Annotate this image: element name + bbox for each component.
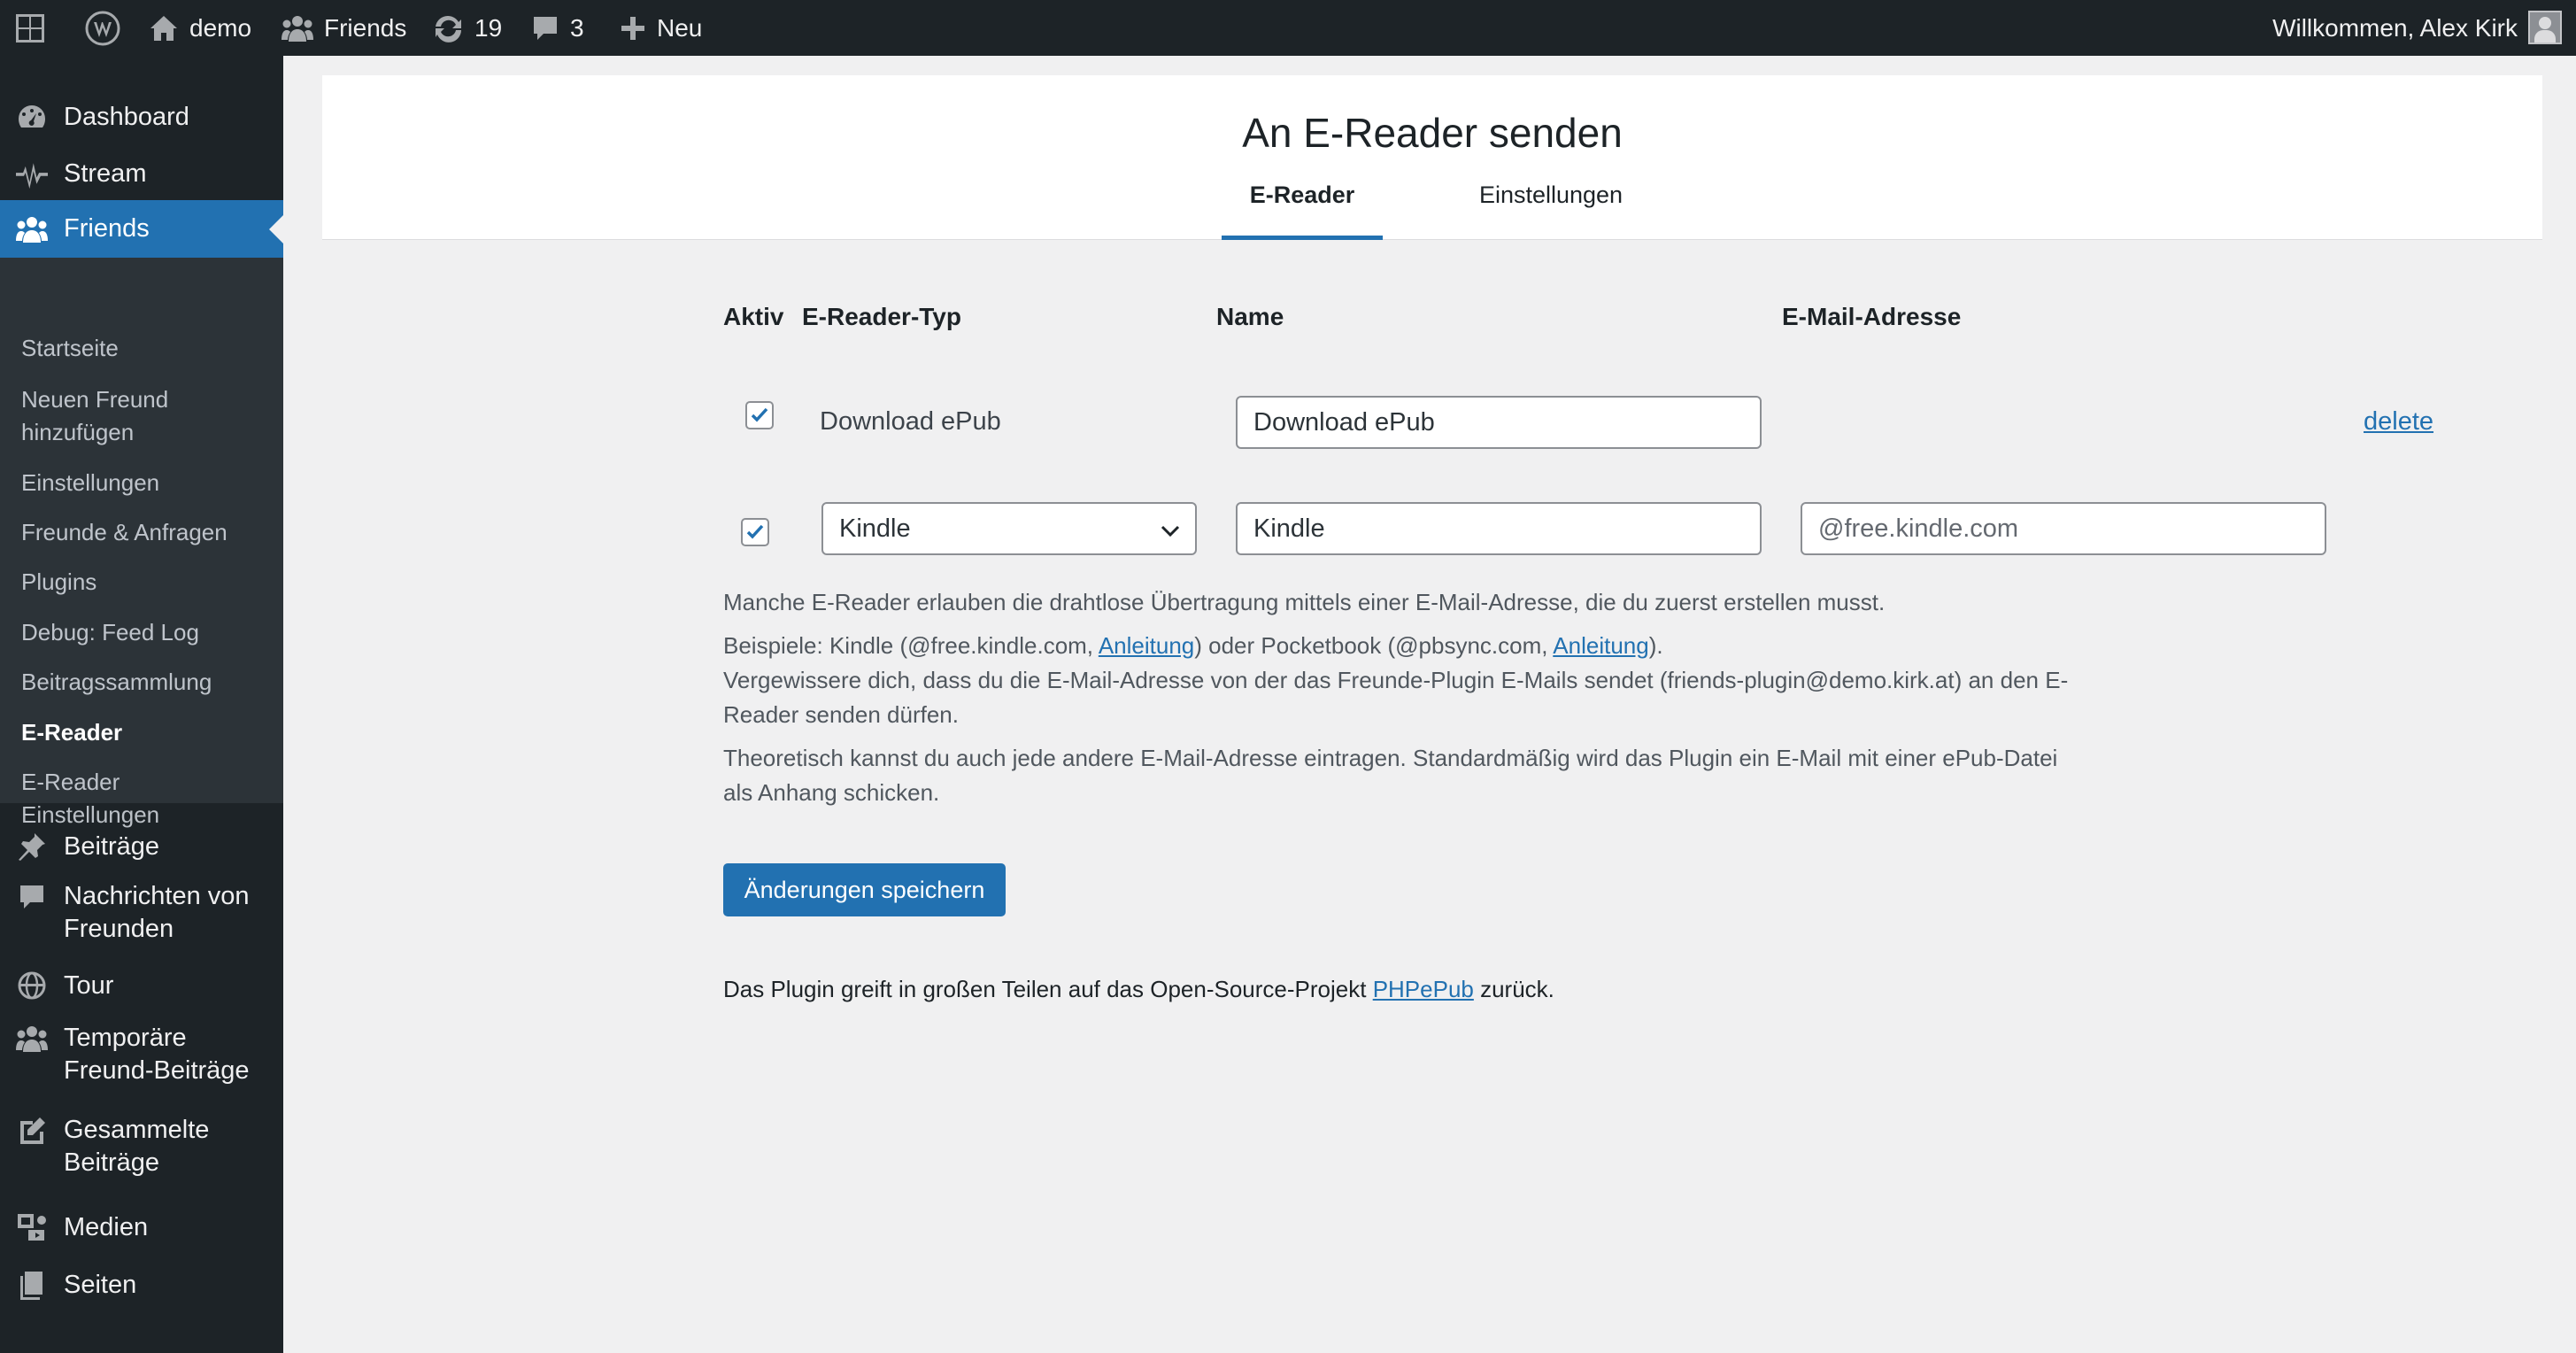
- row-name-input[interactable]: [1236, 396, 1762, 449]
- friends-icon: [282, 15, 313, 42]
- examples-prefix: Beispiele: Kindle (@free.kindle.com,: [723, 632, 1099, 659]
- column-header-active: Aktiv: [723, 303, 784, 330]
- menu-label-gesammelte: Gesammelte Beiträge: [64, 1116, 210, 1177]
- friends-menu-link[interactable]: Friends: [282, 0, 406, 56]
- submenu-debug-feed-log[interactable]: Debug: Feed Log: [21, 616, 199, 649]
- media-icon: [16, 1211, 48, 1243]
- submenu-plugins[interactable]: Plugins: [21, 566, 96, 599]
- greeting: Willkommen, Alex Kirk: [2272, 13, 2518, 42]
- menu-item-seiten[interactable]: Seiten: [0, 1256, 283, 1313]
- updates-link[interactable]: 19: [432, 0, 502, 56]
- footer-note: Das Plugin greift in großen Teilen auf d…: [723, 976, 1554, 1003]
- email-input[interactable]: [1801, 502, 2326, 555]
- help-text-verify-1: Vergewissere dich, dass du die E-Mail-Ad…: [723, 667, 2069, 693]
- checkmark-icon: [751, 407, 768, 422]
- help-text-theory-1: Theoretisch kannst du auch jede andere E…: [723, 745, 2058, 771]
- column-header-type: E-Reader-Typ: [802, 303, 961, 330]
- anleitung-pocketbook-link[interactable]: Anleitung: [1553, 632, 1648, 659]
- plus-icon: [621, 16, 644, 40]
- tab-e-reader[interactable]: E-Reader: [1222, 182, 1383, 240]
- row-active-checkbox[interactable]: [741, 518, 769, 546]
- submenu-freunde-anfragen[interactable]: Freunde & Anfragen: [21, 516, 228, 549]
- column-header-name: Name: [1216, 303, 1284, 330]
- page-title: An E-Reader senden: [1242, 110, 1623, 156]
- dashboard-icon: [16, 101, 48, 133]
- examples-middle: ) oder Pocketbook (@pbsync.com,: [1194, 632, 1554, 659]
- submenu-e-reader[interactable]: E-Reader: [21, 716, 122, 749]
- menu-item-beitraege[interactable]: Beiträge: [0, 821, 283, 872]
- menu-item-nachrichten[interactable]: Nachrichten von Freunden: [0, 872, 283, 957]
- admin-bar: demo Friends 19 3 Neu Willkommen, Alex K…: [0, 0, 2576, 56]
- help-text-verify-2: Reader senden dürfen.: [723, 701, 959, 728]
- help-text-intro: Manche E-Reader erlauben die drahtlose Ü…: [723, 589, 1886, 615]
- comment-icon: [534, 16, 557, 40]
- anleitung-kindle-link[interactable]: Anleitung: [1099, 632, 1194, 659]
- page-icon: [16, 1269, 48, 1301]
- friends-icon: [16, 1023, 48, 1055]
- comment-icon: [16, 881, 48, 913]
- updates-count: 19: [474, 13, 503, 42]
- footer-prefix: Das Plugin greift in großen Teilen auf d…: [723, 976, 1373, 1002]
- submenu-einstellungen[interactable]: Einstellungen: [21, 467, 159, 499]
- site-name-link[interactable]: demo: [149, 0, 251, 56]
- delete-link[interactable]: delete: [2364, 407, 2433, 437]
- menu-label-temporaere: Temporäre Freund-Beiträge: [64, 1024, 250, 1085]
- globe-icon: [16, 970, 48, 1001]
- new-label: Neu: [657, 13, 703, 42]
- row-name-input[interactable]: [1236, 502, 1762, 555]
- menu-item-temporaere[interactable]: Temporäre Freund-Beiträge: [0, 1014, 283, 1106]
- ereader-type-selected: Kindle: [839, 514, 911, 543]
- column-header-email: E-Mail-Adresse: [1782, 303, 1962, 330]
- menu-item-medien[interactable]: Medien: [0, 1198, 283, 1256]
- examples-suffix: ).: [1648, 632, 1663, 659]
- menu-item-stream[interactable]: Stream: [0, 144, 283, 203]
- menu-item-tour[interactable]: Tour: [0, 957, 283, 1014]
- pushpin-icon: [16, 831, 48, 862]
- chevron-down-icon: [1161, 525, 1180, 537]
- wordpress-logo-button[interactable]: [85, 0, 120, 56]
- footer-suffix: zurück.: [1473, 976, 1554, 1002]
- row-type-text: Download ePub: [820, 407, 1001, 436]
- row-active-checkbox[interactable]: [745, 401, 774, 429]
- menu-label-medien: Medien: [64, 1212, 149, 1241]
- menu-label-seiten: Seiten: [64, 1270, 137, 1299]
- admin-sidebar: Dashboard Stream Friends Startseite Neue…: [0, 56, 283, 1353]
- help-text-examples: Beispiele: Kindle (@free.kindle.com, Anl…: [723, 629, 1663, 663]
- phpepub-link[interactable]: PHPePub: [1373, 976, 1474, 1002]
- stream-icon: [16, 158, 48, 189]
- save-changes-button[interactable]: Änderungen speichern: [723, 863, 1006, 916]
- tab-einstellungen[interactable]: Einstellungen: [1464, 182, 1638, 240]
- new-content-link[interactable]: Neu: [620, 0, 702, 56]
- wordpress-logo-icon: [85, 11, 120, 45]
- menu-label-nachrichten: Nachrichten von Freunden: [64, 882, 250, 943]
- menu-label-beitraege: Beiträge: [64, 831, 160, 861]
- submenu-beitragssammlung[interactable]: Beitragssammlung: [21, 666, 212, 699]
- comments-count: 3: [570, 13, 584, 42]
- submenu-neuen-freund[interactable]: Neuen Freund hinzufügen: [21, 383, 243, 449]
- grid-icon: [16, 13, 44, 43]
- menu-item-gesammelte[interactable]: Gesammelte Beiträge: [0, 1106, 283, 1198]
- friends-label: Friends: [324, 13, 407, 42]
- friends-submenu: Startseite Neuen Freund hinzufügen Einst…: [0, 258, 283, 828]
- home-icon: [150, 15, 177, 41]
- edit-page-icon: [16, 1115, 48, 1147]
- menu-label-friends: Friends: [64, 214, 150, 243]
- page-header: An E-Reader senden E-Reader Einstellunge…: [322, 75, 2542, 240]
- submenu-startseite[interactable]: Startseite: [21, 332, 119, 365]
- checkmark-icon: [746, 524, 764, 539]
- avatar[interactable]: [2528, 11, 2562, 44]
- menu-item-dashboard[interactable]: Dashboard: [0, 89, 283, 145]
- friends-icon: [16, 213, 48, 245]
- site-name: demo: [189, 13, 252, 42]
- help-text-theory-2: als Anhang schicken.: [723, 779, 940, 806]
- menu-label-tour: Tour: [64, 970, 114, 1000]
- menu-item-friends[interactable]: Friends: [0, 200, 283, 258]
- my-account-link[interactable]: Willkommen, Alex Kirk: [2272, 0, 2518, 56]
- menu-label-stream: Stream: [64, 158, 147, 188]
- comments-link[interactable]: 3: [531, 0, 584, 56]
- admin-menu-toggle[interactable]: [14, 0, 46, 56]
- menu-label-dashboard: Dashboard: [64, 102, 189, 131]
- ereader-type-select[interactable]: Kindle: [821, 502, 1197, 555]
- updates-icon: [436, 15, 461, 43]
